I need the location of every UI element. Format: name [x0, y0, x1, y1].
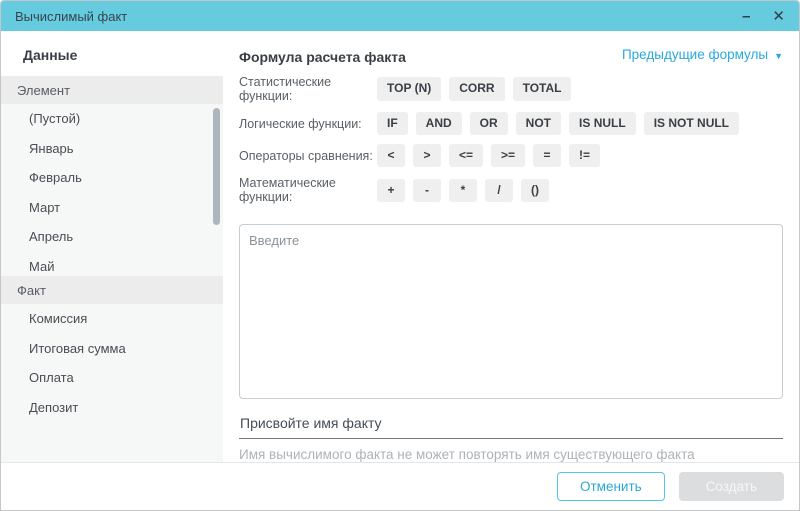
- sidebar-section-element[interactable]: Элемент: [1, 76, 223, 104]
- sidebar-item[interactable]: Февраль: [1, 163, 223, 193]
- sidebar-item[interactable]: Январь: [1, 134, 223, 164]
- fact-name-input[interactable]: [239, 409, 783, 439]
- create-button[interactable]: Создать: [679, 472, 784, 501]
- function-button[interactable]: IS NOT NULL: [644, 112, 739, 135]
- sidebar-item[interactable]: Оплата: [1, 363, 223, 393]
- sidebar-header: Данные: [1, 31, 223, 76]
- sidebar-item[interactable]: (Пустой): [1, 104, 223, 134]
- logical-functions-row: Логические функции: IF AND OR NOT IS NULL IS …: [239, 112, 783, 135]
- sidebar-scrollbar[interactable]: [213, 108, 220, 225]
- title-bar: Вычислимый факт – ✕: [1, 1, 799, 31]
- footer-bar: Отменить Создать: [1, 462, 799, 510]
- function-button[interactable]: >: [413, 144, 441, 167]
- math-functions-row: Математические функции: +-* / (): [239, 176, 783, 204]
- function-rows: Статистические функции: TOP (N) CORR TOTAL…: [239, 75, 783, 213]
- window-title: Вычислимый факт: [15, 9, 127, 24]
- function-button[interactable]: TOP (N): [377, 77, 441, 100]
- function-button[interactable]: <=: [449, 144, 483, 167]
- row-label: Логические функции:: [239, 117, 377, 131]
- comparison-operators-row: Операторы сравнения: < > <= >= = !=: [239, 144, 783, 167]
- row-label: Математические функции:: [239, 176, 377, 204]
- minimize-icon[interactable]: –: [742, 9, 750, 24]
- data-sidebar: Данные Элемент (Пустой)ЯнварьФевральМарт…: [1, 31, 223, 462]
- row-label: Операторы сравнения:: [239, 149, 377, 163]
- function-button[interactable]: TOTAL: [513, 77, 572, 100]
- cancel-button[interactable]: Отменить: [557, 472, 665, 501]
- function-button[interactable]: +: [377, 179, 405, 202]
- panel-title: Формула расчета факта: [239, 47, 406, 65]
- formula-panel: Формула расчета факта Предыдущие формулы…: [223, 31, 799, 462]
- chevron-down-icon: ▼: [774, 49, 783, 61]
- dialog-window: Вычислимый факт – ✕ Данные Элемент (Пуст…: [0, 0, 800, 511]
- function-button[interactable]: IF: [377, 112, 408, 135]
- formula-input[interactable]: [239, 224, 783, 399]
- function-button[interactable]: IS NULL: [569, 112, 636, 135]
- sidebar-item[interactable]: Депозит: [1, 393, 223, 423]
- function-button[interactable]: OR: [470, 112, 508, 135]
- sidebar-item[interactable]: Март: [1, 193, 223, 223]
- statistical-functions-row: Статистические функции: TOP (N) CORR TOTAL: [239, 75, 783, 103]
- sidebar-item[interactable]: Май: [1, 252, 223, 277]
- function-button[interactable]: =: [533, 144, 561, 167]
- function-button[interactable]: /: [485, 179, 513, 202]
- function-button[interactable]: (): [521, 179, 549, 202]
- previous-formulas-link[interactable]: Предыдущие формулы ▼: [622, 47, 783, 62]
- sidebar-section-label: Факт: [17, 283, 46, 298]
- sidebar-item[interactable]: Апрель: [1, 222, 223, 252]
- function-button[interactable]: *: [449, 179, 477, 202]
- function-button[interactable]: AND: [416, 112, 462, 135]
- function-button[interactable]: -: [413, 179, 441, 202]
- name-helper-text: Имя вычислимого факта не может повторять…: [239, 447, 783, 462]
- function-button[interactable]: >=: [491, 144, 525, 167]
- row-label: Статистические функции:: [239, 75, 377, 103]
- function-button[interactable]: CORR: [449, 77, 504, 100]
- sidebar-section-label: Элемент: [17, 83, 70, 98]
- element-list: (Пустой)ЯнварьФевральМартАпрельМай: [1, 104, 223, 276]
- sidebar-item[interactable]: Комиссия: [1, 304, 223, 334]
- fact-list: КомиссияИтоговая суммаОплатаДепозит: [1, 304, 223, 462]
- function-button[interactable]: !=: [569, 144, 600, 167]
- function-button[interactable]: NOT: [516, 112, 561, 135]
- close-icon[interactable]: ✕: [772, 9, 785, 24]
- function-button[interactable]: <: [377, 144, 405, 167]
- sidebar-section-fact[interactable]: Факт: [1, 276, 223, 304]
- sidebar-item[interactable]: Итоговая сумма: [1, 334, 223, 364]
